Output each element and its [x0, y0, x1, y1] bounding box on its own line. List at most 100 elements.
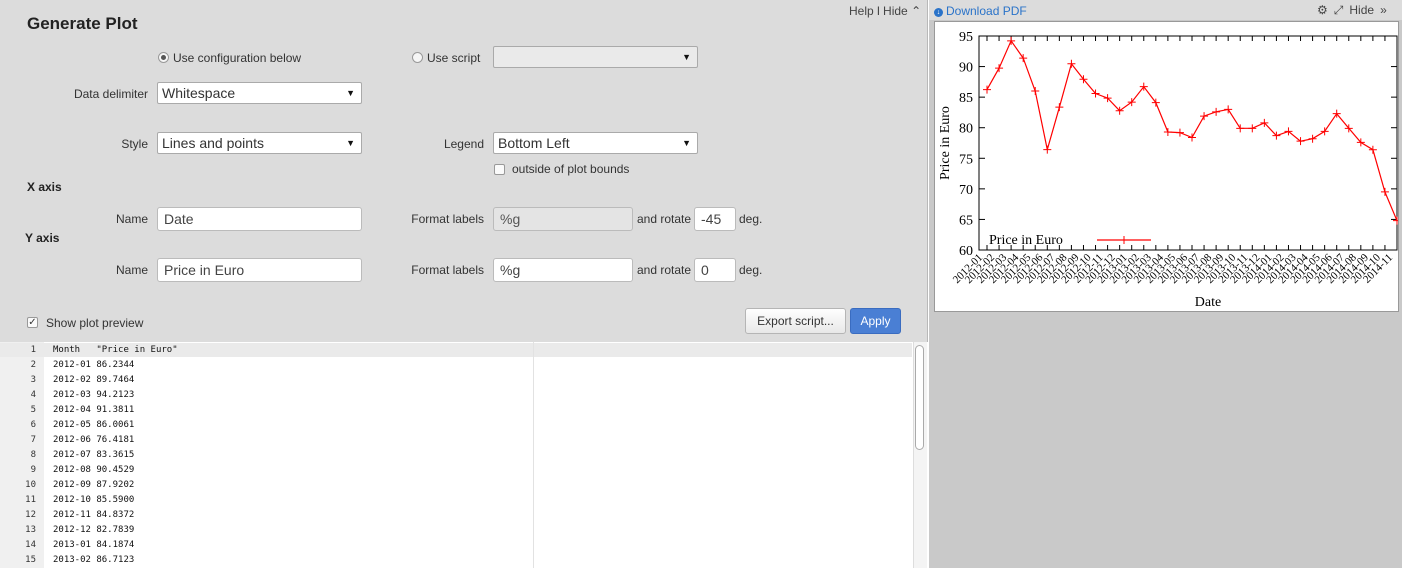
download-circle-icon: ↓	[934, 8, 943, 17]
x-name-input[interactable]: Date	[157, 207, 362, 231]
use-config-label: Use configuration below	[173, 51, 302, 65]
editor-line[interactable]: Month "Price in Euro"	[53, 345, 178, 355]
data-point-marker	[1031, 86, 1040, 95]
data-point-marker	[1043, 145, 1052, 154]
y-tick-label: 70	[959, 183, 973, 198]
show-preview-checkbox[interactable]: ✓	[27, 317, 38, 328]
use-config-radio[interactable]	[158, 52, 169, 63]
y-rotate-input[interactable]: 0	[694, 258, 736, 282]
dropdown-arrow-icon: ▼	[682, 138, 691, 148]
outside-bounds-checkbox[interactable]	[494, 164, 505, 175]
editor-line[interactable]: 2012-04 91.3811	[53, 405, 134, 415]
style-label: Style	[121, 137, 148, 151]
download-pdf-link[interactable]: ↓ Download PDF	[934, 4, 1027, 18]
legend-label: Legend	[443, 137, 484, 151]
editor-line-number: 6	[30, 420, 36, 430]
data-point-marker	[983, 85, 991, 94]
y-format-input[interactable]: %g	[493, 258, 633, 282]
delimiter-label: Data delimiter	[73, 87, 148, 101]
legend-select[interactable]: Bottom Left ▼	[493, 132, 698, 154]
y-deg-label: deg.	[739, 263, 763, 277]
y-axis-heading: Y axis	[25, 231, 60, 245]
data-editor[interactable]	[0, 342, 928, 568]
editor-line-number: 14	[25, 540, 36, 550]
data-point-marker	[1368, 145, 1377, 154]
plot-axes-frame	[978, 35, 1398, 251]
editor-line-number: 11	[25, 495, 36, 505]
data-point-marker	[1019, 54, 1028, 63]
chevron-up-double-icon[interactable]: ⌃	[911, 4, 921, 18]
script-select[interactable]: ▼	[493, 46, 698, 68]
style-select[interactable]: Lines and points ▼	[157, 132, 362, 154]
dropdown-arrow-icon: ▼	[346, 138, 355, 148]
data-point-marker	[1007, 36, 1016, 45]
x-name-label: Name	[115, 212, 148, 226]
data-point-marker	[1380, 187, 1389, 196]
editor-line[interactable]: 2013-01 84.1874	[53, 540, 134, 550]
editor-line[interactable]: 2012-07 83.3615	[53, 450, 134, 460]
data-point-marker	[1248, 124, 1257, 133]
x-axis-label: Date	[1195, 295, 1221, 310]
use-script-radio[interactable]	[412, 52, 423, 63]
hide-link[interactable]: Hide	[883, 4, 908, 18]
editor-line-number: 15	[25, 555, 36, 565]
editor-line-number: 12	[25, 510, 36, 520]
editor-line-number: 1	[30, 345, 36, 355]
gear-icon[interactable]: ⚙	[1317, 3, 1328, 17]
chevron-right-double-icon[interactable]: »	[1380, 3, 1387, 17]
editor-line[interactable]: 2012-08 90.4529	[53, 465, 134, 475]
dropdown-arrow-icon: ▼	[682, 52, 691, 62]
x-axis-heading: X axis	[27, 180, 62, 194]
editor-line[interactable]: 2012-10 85.5900	[53, 495, 134, 505]
editor-line[interactable]: 2013-02 86.7123	[53, 555, 134, 565]
editor-line-number: 10	[25, 480, 36, 490]
editor-line-number: 5	[30, 405, 36, 415]
plot-preview: 60 65 70 75 80 85 90 95 2012-01 2012-02 2012-03 201…	[934, 21, 1399, 312]
help-link[interactable]: Help	[849, 4, 874, 18]
data-point-marker	[1200, 112, 1209, 121]
export-script-button[interactable]: Export script...	[745, 308, 846, 334]
y-name-input[interactable]: Price in Euro	[157, 258, 362, 282]
use-script-label: Use script	[427, 51, 481, 65]
editor-line-number: 8	[30, 450, 36, 460]
data-point-marker	[995, 64, 1004, 73]
editor-line-number: 4	[30, 390, 36, 400]
page-title: Generate Plot	[27, 14, 138, 33]
delimiter-select[interactable]: Whitespace ▼	[157, 82, 362, 104]
outside-bounds-label: outside of plot bounds	[512, 162, 630, 176]
x-rotate-input[interactable]: -45	[694, 207, 736, 231]
editor-line-number: 9	[30, 465, 36, 475]
editor-line[interactable]: 2012-01 86.2344	[53, 360, 134, 370]
data-point-marker	[1320, 127, 1329, 136]
editor-line-number: 13	[25, 525, 36, 535]
editor-line[interactable]: 2012-06 76.4181	[53, 435, 134, 445]
editor-line[interactable]: 2012-09 87.9202	[53, 480, 134, 490]
y-tick-label: 85	[959, 91, 973, 106]
x-format-input[interactable]: %g	[493, 207, 633, 231]
y-axis-label: Price in Euro	[938, 106, 953, 180]
data-point-marker	[1163, 127, 1172, 136]
x-rotate-label: and rotate	[637, 212, 692, 226]
y-format-label: Format labels	[411, 263, 484, 277]
y-tick-label: 65	[959, 213, 973, 228]
editor-line-number: 2	[30, 360, 36, 370]
editor-line[interactable]: 2012-11 84.8372	[53, 510, 134, 520]
apply-button[interactable]: Apply	[850, 308, 901, 334]
expand-icon[interactable]: ⤢	[1334, 3, 1344, 17]
y-tick-label: 80	[959, 122, 973, 137]
editor-line[interactable]: 2012-12 82.7839	[53, 525, 134, 535]
y-tick-label: 90	[959, 61, 973, 76]
editor-line-number: 3	[30, 375, 36, 385]
editor-line[interactable]: 2012-05 86.0061	[53, 420, 134, 430]
y-name-label: Name	[115, 263, 148, 277]
editor-line[interactable]: 2012-03 94.2123	[53, 390, 134, 400]
legend-label: Price in Euro	[989, 233, 1063, 248]
y-tick-label: 95	[959, 30, 973, 45]
data-point-marker	[1055, 103, 1064, 112]
preview-hide-link[interactable]: Hide	[1349, 3, 1374, 17]
show-preview-label: Show plot preview	[46, 316, 144, 330]
editor-scrollbar-thumb[interactable]	[915, 345, 924, 450]
editor-line[interactable]: 2012-02 89.7464	[53, 375, 134, 385]
series-line-price-in-euro	[986, 39, 1398, 221]
data-point-marker	[1236, 124, 1245, 133]
